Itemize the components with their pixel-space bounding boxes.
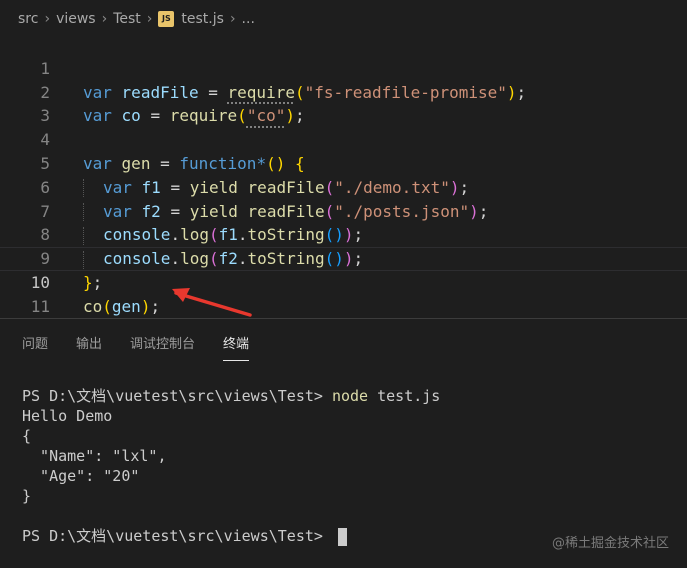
chevron-right-icon: › xyxy=(101,11,108,27)
breadcrumb-src[interactable]: src xyxy=(18,11,38,27)
tab-problems[interactable]: 问题 xyxy=(22,333,48,361)
code-line[interactable]: 8 console.log(f2.toString()); xyxy=(0,200,687,269)
terminal-output[interactable]: PS D:\文档\vuetest\src\views\Test> node te… xyxy=(22,386,440,546)
chevron-right-icon: › xyxy=(229,11,236,27)
code-line[interactable]: 4 var gen = function*() { xyxy=(0,104,687,173)
chevron-right-icon: › xyxy=(44,11,51,27)
code-line[interactable]: 1 var readFile = require("fs-readfile-pr… xyxy=(0,33,687,102)
annotation-arrow-icon xyxy=(172,288,252,317)
code-line[interactable]: 7 console.log(f1.toString()); xyxy=(0,176,687,245)
terminal-command: node xyxy=(331,387,369,405)
js-file-icon: JS xyxy=(158,11,175,27)
terminal-output-line: } xyxy=(22,487,32,505)
code-line[interactable]: 5 var f1 = yield readFile("./demo.txt"); xyxy=(0,128,687,198)
code-line[interactable]: 11 xyxy=(0,271,687,316)
terminal-output-line: "Age": "20" xyxy=(22,467,140,485)
terminal-output-line: { xyxy=(22,427,32,445)
code-editor[interactable]: 1 var readFile = require("fs-readfile-pr… xyxy=(0,33,687,317)
breadcrumb-file[interactable]: test.js xyxy=(181,11,224,27)
terminal-prompt: PS D:\文档\vuetest\src\views\Test> xyxy=(22,387,332,405)
code-line[interactable]: 2 var co = require("co"); xyxy=(0,57,687,126)
breadcrumb-ellipsis[interactable]: ... xyxy=(242,11,255,27)
tab-terminal[interactable]: 终端 xyxy=(223,333,250,361)
terminal-output-line: "Name": "lxl", xyxy=(22,447,167,465)
panel-tabs: 问题 输出 调试控制台 终端 xyxy=(22,333,277,361)
code-line[interactable]: 6 var f2 = yield readFile("./posts.json"… xyxy=(0,152,687,222)
breadcrumb-views[interactable]: views xyxy=(56,11,96,27)
terminal-command-line: PS D:\文档\vuetest\src\views\Test> node te… xyxy=(22,386,440,406)
terminal-cursor xyxy=(337,527,347,546)
tab-debug-console[interactable]: 调试控制台 xyxy=(130,333,195,361)
terminal-command-arg: test.js xyxy=(368,387,441,405)
line-number: 11 xyxy=(30,296,50,316)
watermark: @稀土掘金技术社区 xyxy=(551,536,669,551)
tab-output[interactable]: 输出 xyxy=(76,333,102,361)
code-line-active[interactable]: 10 co(gen); xyxy=(0,247,687,316)
chevron-right-icon: › xyxy=(146,11,153,27)
terminal-prompt: PS D:\文档\vuetest\src\views\Test> xyxy=(22,527,332,545)
code-line[interactable]: 3 xyxy=(0,81,687,125)
terminal-output-line: Hello Demo xyxy=(22,407,113,425)
bottom-panel: 问题 输出 调试控制台 终端 PS D:\文档\vuetest\src\view… xyxy=(0,318,687,568)
code-line[interactable]: 9 }; xyxy=(0,223,687,292)
terminal-input-line[interactable]: PS D:\文档\vuetest\src\views\Test> xyxy=(22,526,440,546)
vscode-window: src › views › Test › JS test.js › ... 1 … xyxy=(0,0,687,568)
breadcrumb-test[interactable]: Test xyxy=(113,11,141,27)
code-text: co(gen); xyxy=(83,296,161,316)
